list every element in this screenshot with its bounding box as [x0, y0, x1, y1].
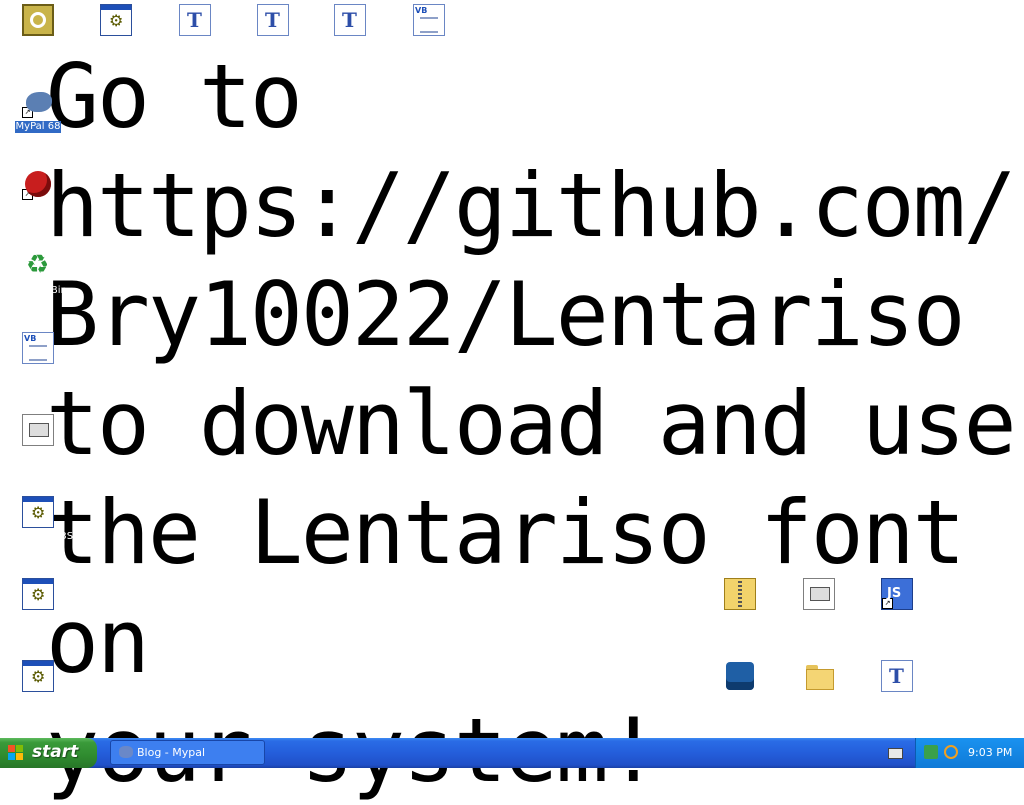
keyboard-icon[interactable]: [888, 748, 903, 759]
desktop-icon-mysql32-rar[interactable]: mysql32.rar: [781, 578, 857, 629]
clock[interactable]: 9:03 PM: [968, 746, 1012, 759]
desktop-icon-label: JCGAG3552...: [4, 613, 72, 624]
desktop-icon-recycle-bin[interactable]: Recycle Bin: [0, 250, 76, 301]
vb-file-icon: [413, 4, 445, 36]
desktop-icon-jcgag3552[interactable]: JCGAG3552...: [0, 578, 76, 629]
desktop-icon-label: Lentariso-It: [244, 39, 302, 50]
start-button[interactable]: start: [0, 738, 97, 768]
desktop-icon-label: SH.vb: [23, 367, 53, 378]
exe-icon: [100, 4, 132, 36]
font-file-icon: [881, 660, 913, 692]
search-icon[interactable]: [944, 745, 958, 759]
setup-icon: [724, 660, 756, 692]
desktop-icon-15x[interactable]: ↗ 15x: [859, 578, 935, 629]
desktop-icon-mypal-68[interactable]: ↗ MyPal 68: [0, 86, 76, 137]
exe-file-icon: [22, 414, 54, 446]
desktop-icon-lentariso-re[interactable]: Lentariso-Re: [859, 660, 935, 711]
start-label: start: [32, 742, 79, 762]
font-file-icon: [334, 4, 366, 36]
font-file-icon: [257, 4, 289, 36]
taskbar-button-label: Blog - Mypal: [137, 746, 206, 759]
desktop-icon-label: MyPal 68: [14, 121, 62, 133]
desktop-icon-label: Microsoft Outlook: [15, 37, 61, 60]
folder-icon: [803, 660, 835, 692]
desktop-icon-label: JCGAG35523S: [2, 531, 74, 542]
js-shortcut-icon: ↗: [881, 578, 913, 610]
rar-icon: [803, 578, 835, 610]
desktop-icon-lentariso-bd[interactable]: Lentariso-Bd: [157, 4, 233, 55]
exe-icon: [22, 578, 54, 610]
desktop-icon-label: ROBLOX: [17, 695, 59, 706]
desktop-icon-mysql32-folder[interactable]: MySQL32: [781, 660, 857, 711]
mouse-cursor-icon: [1012, 19, 1022, 35]
desktop-icon-label: Office_365_...: [706, 613, 774, 624]
desktop-icon-sh-72[interactable]: SH.72: [0, 414, 76, 465]
desktop-icon-pego[interactable]: ↗ Pego: [0, 168, 76, 219]
desktop-icon-jcgag35523s[interactable]: JCGAG35523S: [0, 496, 76, 547]
outlook-icon: [22, 4, 54, 36]
desktop-icon-label: 15x: [887, 613, 907, 624]
desktop-icon-label: Lentariso-Bd: [163, 39, 227, 50]
taskbar-button-blog-mypal[interactable]: Blog - Mypal: [110, 740, 265, 765]
taskbar: start Blog - Mypal 9:03 PM: [0, 738, 1024, 768]
desktop-icon-label: CJAG412.vb: [399, 39, 459, 50]
desktop-icon-roblox[interactable]: ROBLOX: [78, 4, 154, 55]
desktop-icon-label: setup: [726, 695, 754, 706]
zip-icon: [724, 578, 756, 610]
desktop-icon-microsoft-outlook[interactable]: Microsoft Outlook: [0, 4, 76, 65]
shortcut-arrow-icon: ↗: [22, 107, 33, 118]
desktop-icon-sh-vb[interactable]: SH.vb: [0, 332, 76, 383]
network-icon[interactable]: [924, 745, 938, 759]
desktop-icon-lentariso-it[interactable]: Lentariso-It: [235, 4, 311, 55]
desktop-icon-roblox-window[interactable]: ROBLOX: [0, 660, 76, 711]
pego-shortcut-icon: ↗: [22, 168, 54, 200]
system-tray: 9:03 PM: [915, 738, 1024, 768]
desktop-icon-label: Lentariso-Re: [865, 695, 929, 706]
recycle-bin-icon: [22, 250, 54, 282]
shortcut-arrow-icon: ↗: [22, 189, 33, 200]
desktop-icon-cjag412-vb[interactable]: CJAG412.vb: [391, 4, 467, 55]
desktop-icon-label: SH.72: [23, 449, 53, 460]
font-file-icon: [179, 4, 211, 36]
desktop-icon-label: Lentariso-BdIt: [315, 39, 385, 50]
desktop-icon-office-365[interactable]: Office_365_...: [702, 578, 778, 629]
desktop-icon-lentariso-bdit[interactable]: Lentariso-BdIt: [312, 4, 388, 55]
desktop-icon-label: Pego: [25, 203, 51, 214]
desktop-icon-label: mysql32.rar: [788, 613, 850, 624]
mypal-shortcut-icon: ↗: [22, 86, 54, 118]
shortcut-arrow-icon: ↗: [882, 598, 893, 609]
mypal-icon: [119, 746, 133, 758]
desktop-icon-setup[interactable]: setup: [702, 660, 778, 711]
exe-icon: [22, 496, 54, 528]
window-icon: [22, 660, 54, 692]
desktop-icon-label: ROBLOX: [95, 39, 137, 50]
desktop-icon-label: MySQL32: [795, 695, 843, 706]
windows-logo-icon: [8, 745, 24, 761]
desktop[interactable]: Go to https://github.com/ Bry10022/Lenta…: [0, 0, 1024, 802]
vb-file-icon: [22, 332, 54, 364]
desktop-icon-label: Recycle Bin: [9, 285, 67, 296]
